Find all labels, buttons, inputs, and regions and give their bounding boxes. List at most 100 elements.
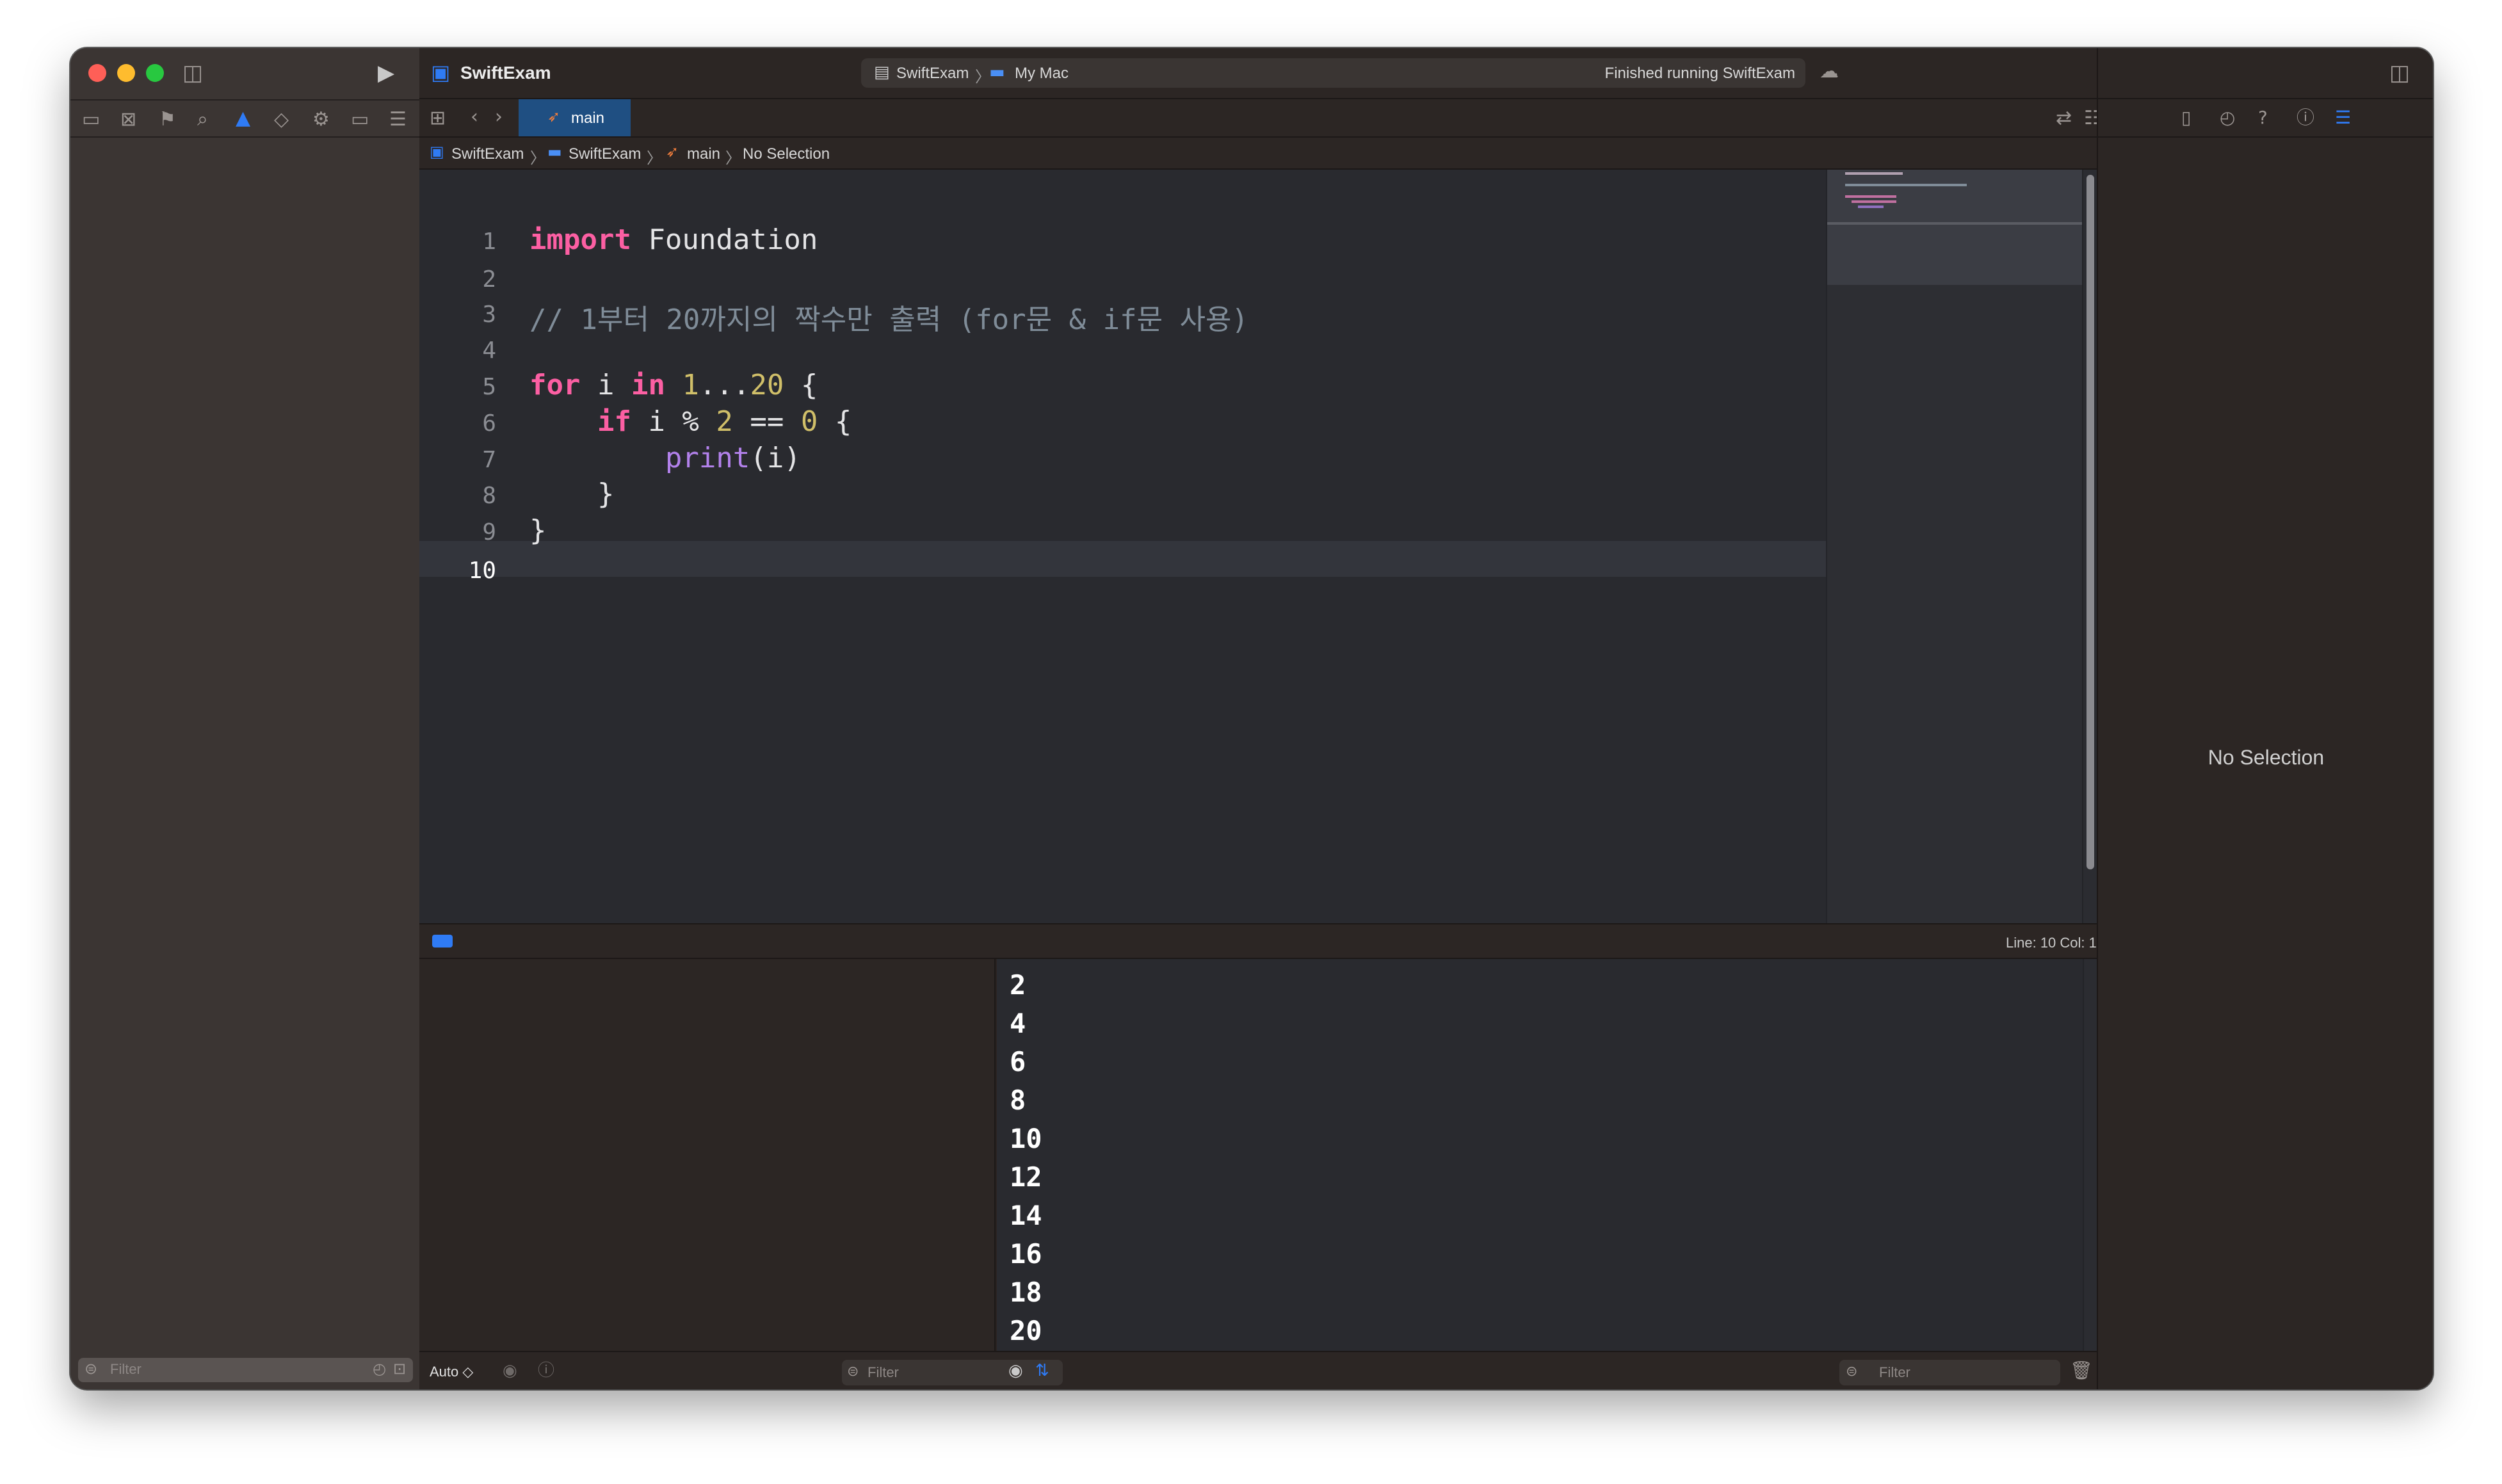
code-editor[interactable]: 1 2 3 4 5 6 7 8 9 10 import Foundation// 1부터 20까지… <box>419 170 2097 923</box>
forward-icon[interactable]: › <box>495 108 503 127</box>
folder-icon[interactable]: ▭ <box>82 110 100 129</box>
jump-bar-item[interactable]: No Selection <box>743 145 830 163</box>
run-icon[interactable]: ▶ <box>378 62 394 84</box>
console-line: 10 <box>1010 1123 1042 1154</box>
console-filter-placeholder: Filter <box>1879 1364 1910 1380</box>
close-window-button[interactable] <box>88 64 106 82</box>
trash-icon[interactable]: 🗑 <box>2070 1362 2093 1380</box>
line-number: 9 <box>482 519 496 545</box>
debug-icon[interactable]: ⚙ <box>312 110 330 129</box>
code-token: // 1부터 20까지의 짝수만 출력 (for문 & if문 사용) <box>529 303 1249 336</box>
code-token: i <box>580 369 631 401</box>
code-token: in <box>631 369 665 401</box>
chevron-right-icon: 〉 <box>530 150 545 167</box>
report-icon[interactable]: ☰ <box>389 110 407 129</box>
minimap-line <box>1852 200 1896 203</box>
attributes-inspector-icon[interactable]: ☰ <box>2335 109 2351 127</box>
tab-main[interactable]: ➶ main <box>519 99 631 136</box>
line-number: 10 <box>468 558 496 584</box>
history-inspector-icon[interactable]: ◴ <box>2220 109 2235 127</box>
quick-help-icon[interactable]: ? <box>2258 109 2268 127</box>
scheme-selector[interactable]: SwiftExam <box>896 65 969 83</box>
console-line: 12 <box>1010 1161 1042 1193</box>
navigator-filter[interactable]: ⊜ Filter ◴ ⊡ <box>78 1358 413 1382</box>
filter-options-icon[interactable]: ⊜ <box>85 1361 97 1376</box>
refresh-icon[interactable]: ⇄ <box>2056 109 2072 128</box>
search-icon[interactable]: ⌕ <box>197 110 208 129</box>
inspector-empty-label: No Selection <box>2207 746 2325 769</box>
console-filter[interactable]: ⊜ Filter <box>1839 1360 2060 1385</box>
code-token: ... <box>698 369 750 401</box>
eye-icon[interactable]: ◉ <box>1008 1362 1023 1379</box>
chevron-right-icon: 〉 <box>647 150 662 167</box>
code-token: { <box>784 369 818 401</box>
line-number: 4 <box>482 337 496 364</box>
code-token: (i) <box>750 442 801 474</box>
code-line: for i in 1...20 { <box>529 369 818 401</box>
jump-bar-item[interactable]: main <box>687 145 720 163</box>
line-number: 5 <box>482 374 496 400</box>
jump-bar: ▣ SwiftExam 〉 ▬ SwiftExam 〉 ➶ main 〉 No … <box>419 138 2097 170</box>
breakpoint-icon[interactable]: ▭ <box>351 110 369 129</box>
current-line-highlight <box>419 541 1826 577</box>
code-token: if <box>597 405 631 438</box>
info-icon[interactable]: ⓘ <box>538 1362 554 1379</box>
code-token: } <box>529 514 547 547</box>
variables-scope-selector[interactable]: Auto ◇ <box>430 1364 473 1380</box>
editor-scroll-thumb[interactable] <box>2086 175 2094 869</box>
recent-files-icon[interactable]: ◴ <box>373 1361 386 1376</box>
minimap-line <box>1827 222 2082 225</box>
code-token: 1 <box>682 369 699 401</box>
file-inspector-icon[interactable]: ▯ <box>2181 109 2191 127</box>
scheme-icon: ▤ <box>874 63 890 82</box>
code-token: Foundation <box>631 223 818 256</box>
jump-bar-item[interactable]: SwiftExam <box>451 145 524 163</box>
minimap-line <box>1845 172 1903 175</box>
grid-icon[interactable]: ⊞ <box>430 109 446 128</box>
destination-selector[interactable]: My Mac <box>1015 65 1069 83</box>
sidebar-toggle-icon[interactable]: ◫ <box>182 62 203 84</box>
code-token: print <box>665 442 750 474</box>
console-line: 16 <box>1010 1238 1042 1270</box>
code-token: import <box>529 223 631 256</box>
accessibility-inspector-icon[interactable]: ⓘ <box>2296 109 2314 127</box>
line-number: 6 <box>482 410 496 437</box>
jump-bar-item[interactable]: SwiftExam <box>569 145 641 163</box>
source-control-icon[interactable]: ⊠ <box>120 110 136 129</box>
console-line: 2 <box>1010 969 1026 1001</box>
project-icon: ▣ <box>430 143 444 161</box>
bookmark-icon[interactable]: ⚑ <box>159 110 176 129</box>
minimap-viewport[interactable] <box>1827 170 2082 285</box>
tab-label: main <box>571 109 605 127</box>
chevron-right-icon: 〉 <box>725 150 741 167</box>
activity-bar: ▤ SwiftExam 〉 ▬ My Mac Finished running … <box>861 58 1805 88</box>
minimize-window-button[interactable] <box>117 64 135 82</box>
variables-filter[interactable]: ⊜ Filter <box>842 1360 1063 1385</box>
console-line: 4 <box>1010 1008 1026 1039</box>
inspector-panel: ◫ ▯ ◴ ? ⓘ ☰ No Selection <box>2097 48 2433 1389</box>
breakpoints-toggle-icon[interactable] <box>432 935 453 948</box>
swift-icon: ➶ <box>547 108 561 125</box>
cursor-position: Line: 10 Col: 1 <box>2006 935 2097 951</box>
eye-icon[interactable]: ◉ <box>503 1362 517 1379</box>
console-scrollbar[interactable] <box>2083 959 2097 1351</box>
code-token: 2 <box>716 405 733 438</box>
scm-filter-icon[interactable]: ⊡ <box>393 1361 406 1376</box>
console-options-icon[interactable]: ⇅ <box>1035 1362 1049 1379</box>
back-icon[interactable]: ‹ <box>471 108 478 127</box>
minimap-line <box>1858 206 1884 208</box>
cloud-icon[interactable]: ☁ <box>1820 62 1839 81</box>
navigator-filter-placeholder: Filter <box>110 1361 141 1377</box>
test-icon[interactable]: ◇ <box>274 110 289 129</box>
console-line: 20 <box>1010 1315 1042 1346</box>
console-output[interactable]: 2468101214161820Program ended with exit … <box>997 959 2097 1385</box>
zoom-window-button[interactable] <box>146 64 164 82</box>
editor-scrollbar[interactable] <box>2082 170 2097 923</box>
issue-icon[interactable]: ▲ <box>236 109 250 128</box>
xcode-window: ◫ ▶ ▭ ⊠ ⚑ ⌕ ▲ ◇ ⚙ ▭ ☰ ⊜ Filter ◴ ⊡ ▣ Swi… <box>70 48 2433 1389</box>
minimap[interactable] <box>1826 170 2082 923</box>
inspector-toggle-icon[interactable]: ◫ <box>2389 62 2410 84</box>
